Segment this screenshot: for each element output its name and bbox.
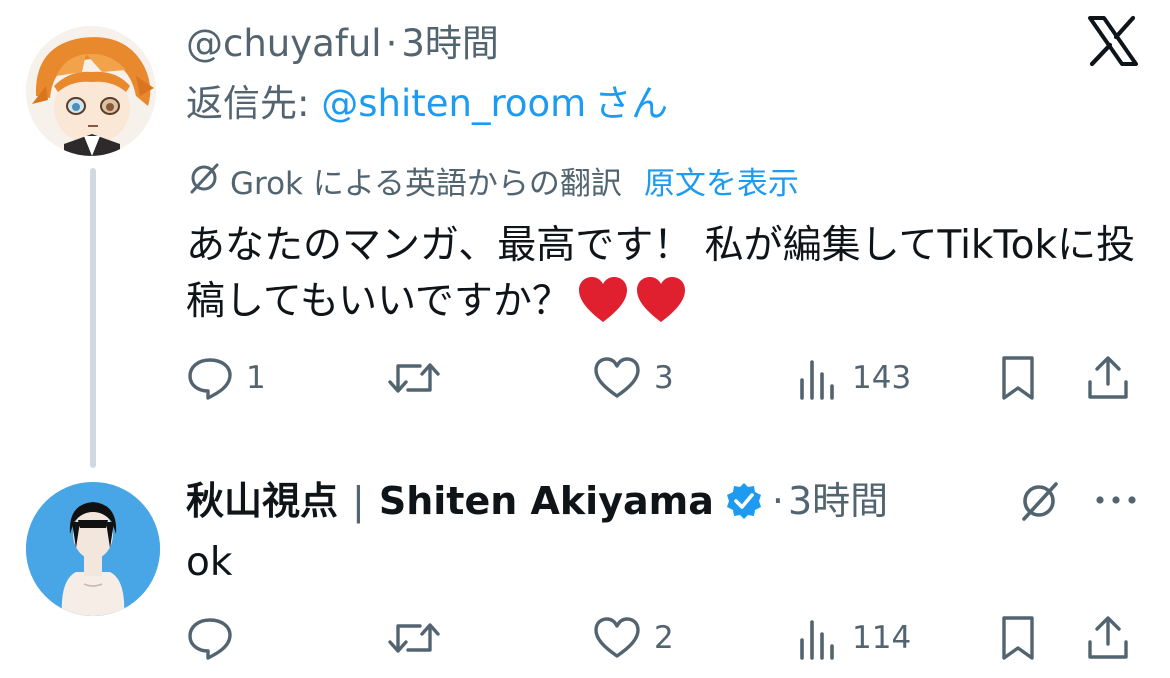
bookmark-icon [1002,356,1034,400]
reply-icon [188,358,232,400]
heart-icon [594,617,640,658]
share-button[interactable] [1084,350,1132,406]
retweet-button[interactable] [386,350,442,406]
x-logo-icon[interactable] [1086,14,1140,72]
reply-button[interactable]: 1 [186,350,266,406]
tweet2-actions: 2 114 [186,610,1136,666]
avatar-shiten-akiyama[interactable] [26,482,160,616]
name-separator: | [352,479,365,523]
reply-suffix: さん [594,82,669,125]
bookmark-button[interactable] [996,350,1040,406]
reply-icon [188,618,232,660]
show-original-link[interactable]: 原文を表示 [644,162,799,206]
view-count: 143 [852,360,912,396]
bookmark-icon [1002,616,1034,660]
display-name-en[interactable]: Shiten Akiyama [379,474,714,528]
like-button[interactable]: 2 [592,610,674,666]
tweet1-text: あなたのマンガ、最高です！ 私が編集してTikTokに投稿してもいいですか？ [186,218,1146,340]
avatar-illustration [26,26,156,156]
reply-to-link[interactable]: @shiten_room [321,82,586,125]
like-count: 2 [654,620,674,656]
retweet-icon [388,363,440,393]
views-icon [800,620,834,660]
grok-icon [186,160,222,208]
retweet-button[interactable] [386,610,442,666]
reply-prefix: 返信先: [186,82,322,125]
tweet1-dot: · [385,22,398,65]
grok-icon [1022,482,1058,521]
translation-bar: Grok による英語からの翻訳 原文を表示 [186,160,799,208]
retweet-icon [388,623,440,653]
tweet2-dot: · [771,479,784,523]
grok-button[interactable] [1016,478,1062,528]
tweet1-reply-to: 返信先: @shiten_room さん [186,80,668,128]
tweet2-text: ok [186,540,233,585]
more-options-icon[interactable] [1094,490,1138,514]
share-icon [1088,356,1128,399]
avatar-chuyaful[interactable] [26,26,156,156]
tweet1-meta: @chuyaful · 3時間 [186,20,499,68]
avatar-illustration [26,482,160,616]
tweet2-time[interactable]: 3時間 [788,474,888,528]
heart-icon [594,357,640,398]
heart-emoji [635,276,687,340]
tweet2-header: 秋山視点 | Shiten Akiyama · 3時間 [186,474,888,528]
heart-emoji [577,276,629,340]
tweet1-actions: 1 3 143 [186,350,1136,406]
reply-button[interactable] [186,610,246,666]
tweet1-time[interactable]: 3時間 [401,22,499,65]
display-name-ja[interactable]: 秋山視点 [186,474,338,528]
like-button[interactable]: 3 [592,350,674,406]
thread-connector-line [90,168,96,468]
translation-note: Grok による英語からの翻訳 [230,166,622,202]
reply-count: 1 [246,360,266,396]
verified-badge-icon [724,481,764,521]
views-button[interactable]: 143 [796,350,911,406]
share-icon [1088,616,1128,659]
like-count: 3 [654,360,674,396]
views-icon [800,360,834,400]
bookmark-button[interactable] [996,610,1040,666]
view-count: 114 [852,620,912,656]
share-button[interactable] [1084,610,1132,666]
tweet1-handle[interactable]: @chuyaful [186,22,382,65]
views-button[interactable]: 114 [796,610,911,666]
